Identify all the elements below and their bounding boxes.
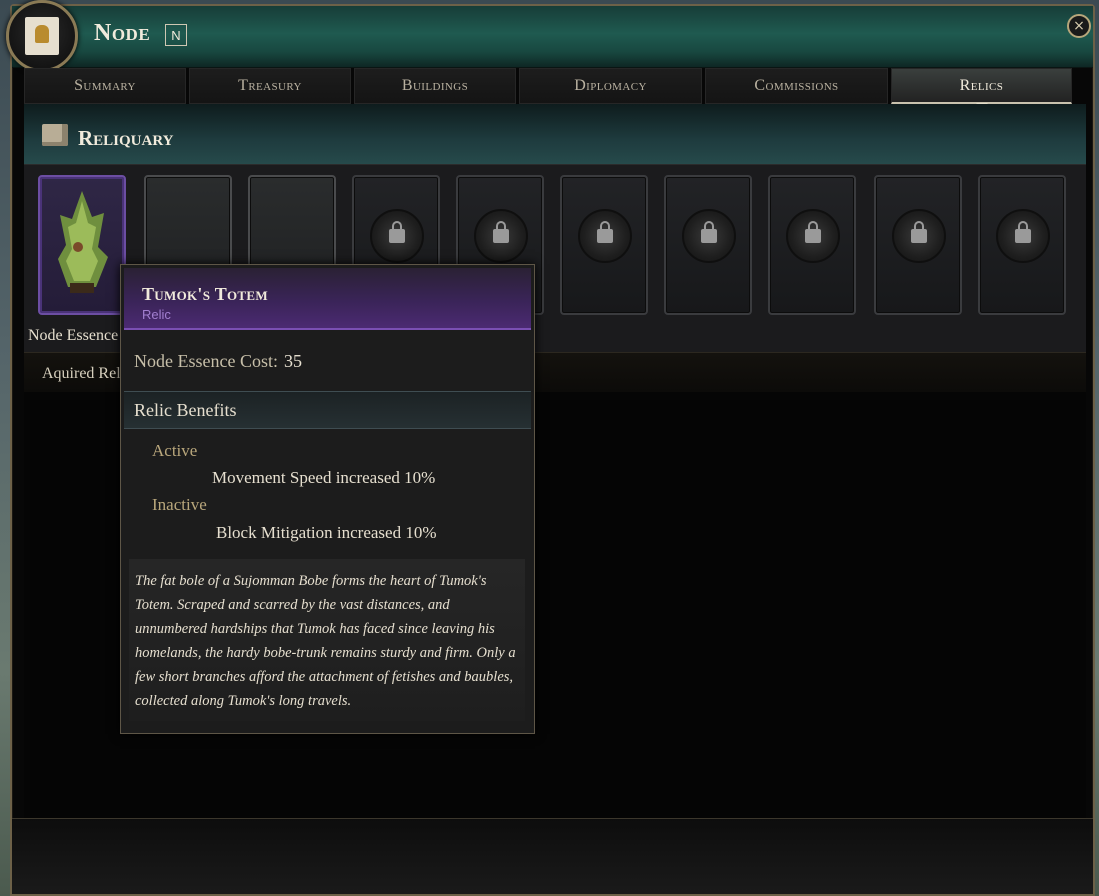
title-bar[interactable]: Node N ×: [6, 0, 1093, 72]
lock-icon: [701, 221, 717, 243]
essence-cost-label: Node Essence Cost:: [134, 351, 278, 371]
crate-icon: [42, 124, 68, 146]
essence-cost: Node Essence Cost: 35: [134, 351, 302, 372]
relic-slot-locked[interactable]: [560, 175, 648, 315]
lock-icon: [805, 221, 821, 243]
relic-slot-locked[interactable]: [664, 175, 752, 315]
reliquary-title: Reliquary: [78, 126, 174, 150]
benefits-header: Relic Benefits: [124, 391, 531, 429]
window-title: Node: [94, 20, 151, 46]
tab-diplomacy[interactable]: Diplomacy: [519, 68, 702, 104]
tab-buildings[interactable]: Buildings: [354, 68, 516, 104]
lock-frame: [892, 209, 946, 263]
relic-lore: The fat bole of a Sujomman Bobe forms th…: [129, 559, 525, 721]
lock-frame: [786, 209, 840, 263]
tooltip-header: Tumok's Totem Relic: [124, 268, 531, 330]
bell-icon: [25, 17, 59, 55]
window-footer: [12, 818, 1093, 894]
relic-slot-locked[interactable]: [978, 175, 1066, 315]
lock-frame: [474, 209, 528, 263]
close-button[interactable]: ×: [1067, 14, 1091, 38]
lock-frame: [578, 209, 632, 263]
relic-tooltip: Tumok's Totem Relic Node Essence Cost: 35…: [120, 264, 535, 734]
relic-slot-locked[interactable]: [874, 175, 962, 315]
inactive-label: Inactive: [152, 495, 207, 514]
benefits-title: Relic Benefits: [134, 400, 237, 420]
relic-name: Tumok's Totem: [142, 284, 268, 304]
relic-slot-locked[interactable]: [768, 175, 856, 315]
tab-commissions[interactable]: Commissions: [705, 68, 888, 104]
lock-icon: [1015, 221, 1031, 243]
hotkey-badge: N: [165, 24, 187, 46]
lock-icon: [597, 221, 613, 243]
inactive-effect: Block Mitigation increased 10%: [216, 523, 437, 542]
lock-icon: [911, 221, 927, 243]
lock-icon: [493, 221, 509, 243]
reliquary-header: Reliquary: [24, 104, 1086, 164]
relic-type: Relic: [142, 307, 171, 322]
essence-cost-value: 35: [283, 351, 302, 371]
totem-relic-icon: [58, 191, 108, 293]
tab-summary[interactable]: Summary: [24, 68, 186, 104]
lock-icon: [389, 221, 405, 243]
active-effect: Movement Speed increased 10%: [212, 468, 436, 487]
relic-slot-tumoks-totem[interactable]: [38, 175, 126, 315]
slot-caption: Node Essence: [28, 327, 119, 344]
lock-frame: [682, 209, 736, 263]
lock-frame: [996, 209, 1050, 263]
tab-treasury[interactable]: Treasury: [189, 68, 351, 104]
lock-frame: [370, 209, 424, 263]
node-emblem-icon: [6, 0, 78, 72]
tab-bar: Summary Treasury Buildings Diplomacy Com…: [24, 68, 1072, 109]
active-label: Active: [152, 441, 198, 460]
tab-relics[interactable]: Relics: [891, 68, 1072, 109]
